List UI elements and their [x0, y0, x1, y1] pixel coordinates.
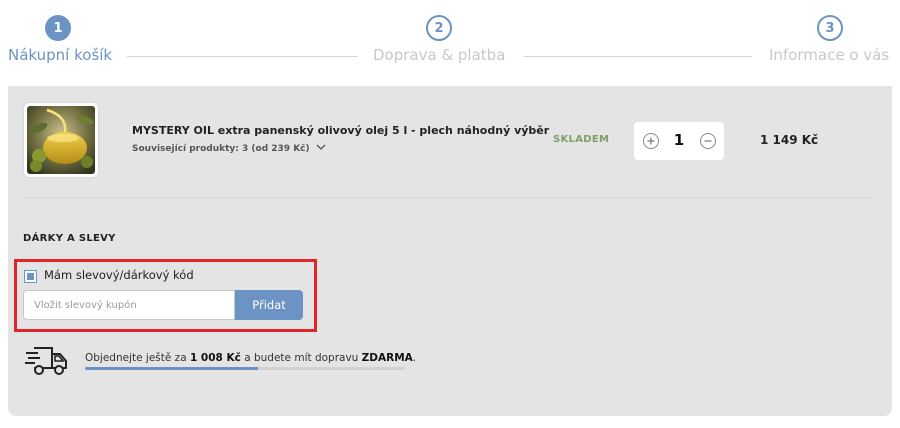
free-shipping-message: Objednejte ještě za 1 008 Kč a budete mí… [85, 352, 416, 364]
free-shipping-text-middle: a budete mít dopravu [240, 352, 362, 364]
minus-icon [704, 140, 712, 142]
line-item-price: 1 149 Kč [760, 133, 819, 147]
step-connector-2 [524, 56, 752, 57]
step-2-circle[interactable]: 2 [426, 15, 452, 41]
free-shipping-progress-fill [85, 367, 258, 370]
product-thumbnail[interactable] [24, 103, 98, 177]
olive-oil-product-photo [27, 106, 95, 174]
step-2-label[interactable]: Doprava & platba [373, 46, 505, 64]
related-products-toggle[interactable]: Související produkty: 3 (od 239 Kč) [132, 144, 326, 154]
free-shipping-text-end: . [412, 352, 417, 364]
plus-icon [647, 137, 655, 145]
step-connector-1 [127, 56, 358, 57]
discount-code-checkbox[interactable] [24, 270, 37, 283]
delivery-truck-icon [24, 345, 70, 377]
step-1-circle[interactable]: 1 [45, 15, 71, 41]
coupon-code-input[interactable] [23, 290, 235, 320]
free-shipping-text-start: Objednejte ještě za [85, 352, 190, 364]
checkbox-checked-mark [27, 273, 34, 280]
free-shipping-progress-bar [85, 367, 405, 370]
apply-coupon-button[interactable]: Přidat [235, 290, 303, 320]
free-shipping-free-word: ZDARMA [361, 352, 413, 364]
cart-panel: MYSTERY OIL extra panenský olivový olej … [8, 86, 892, 416]
checkout-steps: 1 Nákupní košík 2 Doprava & platba 3 Inf… [0, 0, 900, 86]
increase-quantity-button[interactable] [643, 133, 659, 149]
discounts-heading: DÁRKY A SLEVY [23, 233, 116, 244]
discount-code-checkbox-label[interactable]: Mám slevový/dárkový kód [44, 268, 194, 282]
step-1-label[interactable]: Nákupní košík [8, 46, 112, 64]
section-divider [24, 197, 874, 198]
decrease-quantity-button[interactable] [700, 133, 716, 149]
product-name-link[interactable]: MYSTERY OIL extra panenský olivový olej … [132, 124, 549, 137]
free-shipping-remaining-amount: 1 008 Kč [189, 352, 241, 364]
chevron-down-icon [316, 144, 326, 154]
quantity-stepper: 1 [634, 122, 724, 160]
step-3-label[interactable]: Informace o vás [769, 46, 889, 64]
stock-status-badge: SKLADEM [553, 134, 610, 145]
quantity-value[interactable]: 1 [670, 131, 688, 149]
step-3-circle[interactable]: 3 [817, 15, 843, 41]
related-products-label: Související produkty: 3 (od 239 Kč) [132, 144, 310, 154]
